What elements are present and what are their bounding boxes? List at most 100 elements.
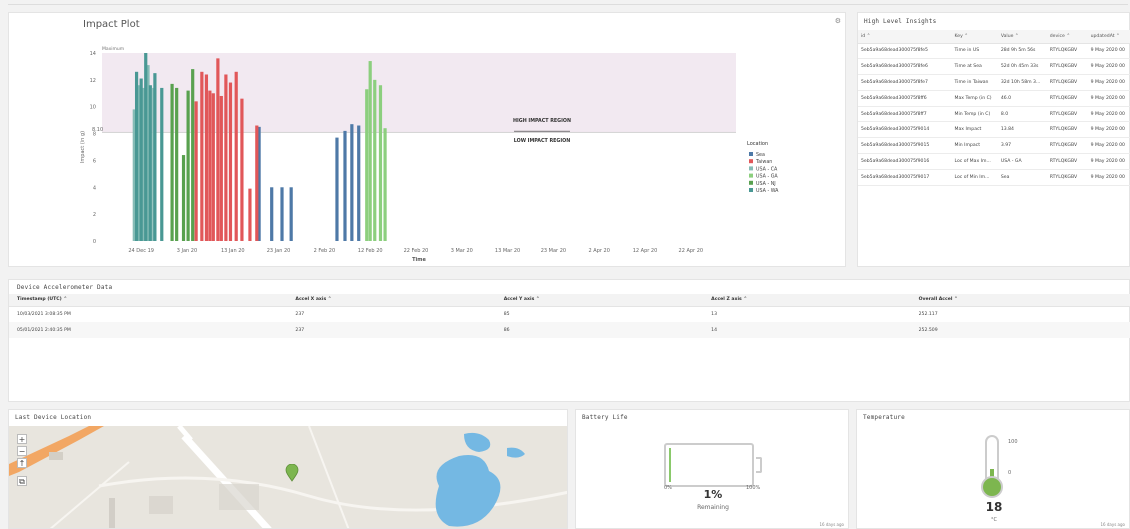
legend-swatch — [749, 188, 753, 192]
table-cell: 5eb5a9a68dead300075f8ff6 — [858, 90, 952, 107]
accelerometer-title: Device Accelerometer Data — [17, 284, 113, 291]
table-row[interactable]: 5eb5a9a68dead300075f8ff7 Min Temp (in C) 8… — [858, 106, 1130, 123]
x-tick-label: 3 Mar 20 — [451, 248, 473, 254]
maximum-label: Maximum — [102, 46, 124, 52]
table-cell: RTYLQKGBV — [1046, 169, 1088, 186]
table-cell: 5eb5a9a68dead300075f9014 — [858, 121, 952, 139]
layers-icon[interactable]: ⧉ — [17, 476, 27, 486]
accel-column-header[interactable]: Accel Y axis ⌃ — [495, 294, 704, 307]
table-cell: 9 May 2020 00 — [1087, 106, 1130, 123]
accel-column-header[interactable]: Accel Z axis ⌃ — [703, 294, 911, 307]
table-cell: 05/01/2021 2:40:35 PM — [9, 322, 288, 338]
legend-label: Sea — [756, 152, 765, 158]
legend-label: USA - GA — [756, 174, 778, 180]
battery-gauge — [664, 443, 754, 487]
bar-taiwan — [204, 74, 209, 241]
accel-column-header[interactable]: Accel X axis ⌃ — [287, 294, 496, 307]
bar-usa-ga — [368, 61, 372, 241]
legend-swatch — [749, 159, 753, 164]
table-row[interactable]: 5eb5a9a68dead300075f8fe7 Time in Taiwan 32… — [858, 74, 1130, 91]
insights-column-header[interactable]: Value ⌃ — [997, 30, 1047, 44]
bar-usa-wa — [148, 85, 152, 241]
table-cell: RTYLQKGBV — [1046, 153, 1088, 170]
x-tick-label: 12 Feb 20 — [358, 248, 383, 254]
bar-sea — [289, 187, 293, 241]
bar-usa-nj — [191, 69, 195, 241]
table-cell: 5eb5a9a68dead300075f9016 — [858, 153, 952, 170]
insights-column-header[interactable]: updatedAt ⌃ — [1087, 30, 1130, 44]
map-canvas[interactable]: + − ↑ ⧉ — [9, 426, 567, 528]
table-cell: 8.0 — [997, 106, 1047, 123]
bar-sea — [343, 130, 347, 241]
bar-usa-wa — [153, 73, 157, 241]
bar-sea — [335, 137, 339, 241]
legend-label: USA - CA — [756, 166, 778, 172]
insights-column-header[interactable]: device ⌃ — [1046, 30, 1088, 44]
legend-swatch — [749, 166, 753, 171]
zoom-in-button[interactable]: + — [17, 434, 27, 444]
insights-column-header[interactable]: id ⌃ — [858, 30, 952, 44]
table-cell: 52d 0h 45m 33s — [997, 58, 1047, 76]
temp-max-label: 100 — [1008, 439, 1018, 445]
temperature-title: Temperature — [863, 414, 905, 421]
table-row[interactable]: 5eb5a9a68dead300075f9015 Min Impact 3.97 RT… — [858, 137, 1130, 155]
bar-usa-ga — [383, 128, 387, 241]
table-cell: 5eb5a9a68dead300075f8ff7 — [858, 106, 952, 123]
top-divider — [8, 4, 1128, 8]
table-cell: 9 May 2020 00 — [1087, 58, 1130, 76]
table-cell: RTYLQKGBV — [1046, 58, 1088, 76]
y-tick-label: 4 — [93, 185, 96, 191]
bar-taiwan — [240, 98, 244, 242]
device-location-panel: Last Device Location + − ↑ ⧉ — [8, 409, 568, 529]
table-cell: USA - GA — [997, 153, 1047, 170]
temp-zero-label: 0 — [1008, 470, 1012, 476]
bar-taiwan — [219, 95, 223, 241]
location-pin-icon[interactable] — [285, 464, 299, 482]
thermometer-bulb — [981, 476, 1003, 498]
table-row[interactable]: 5eb5a9a68dead300075f9014 Max Impact 13.84 R… — [858, 121, 1130, 139]
bar-usa-nj — [186, 90, 190, 241]
table-row[interactable]: 5eb5a9a68dead300075f9016 Loc of Max Im...… — [858, 153, 1130, 170]
table-cell: 5eb5a9a68dead300075f9017 — [858, 169, 952, 186]
x-tick-label: 23 Mar 20 — [541, 248, 566, 254]
temperature-unit: °C — [991, 517, 997, 523]
x-tick-label: 2 Apr 20 — [589, 248, 610, 254]
table-row[interactable]: 5eb5a9a68dead300075f8fe6 Time at Sea 52d 0… — [858, 58, 1130, 76]
zoom-out-button[interactable]: − — [17, 446, 27, 456]
bar-sea — [280, 187, 284, 241]
bar-usa-ga — [378, 85, 383, 241]
insights-column-header[interactable]: Key ⌃ — [951, 30, 998, 44]
bar-usa-ga — [373, 79, 377, 241]
table-row[interactable]: 5eb5a9a68dead300075f8ff6 Max Temp (in C) 4… — [858, 90, 1130, 107]
map-title: Last Device Location — [15, 414, 92, 421]
y-tick-label: 2 — [93, 212, 96, 218]
y-tick-label: 10 — [90, 105, 96, 111]
table-cell: RTYLQKGBV — [1046, 43, 1088, 60]
table-row[interactable]: 05/01/2021 2:40:35 PM 237 86 14 252.509 — [9, 322, 1130, 338]
accel-column-header[interactable]: Timestamp (UTC) ⌃ — [9, 294, 288, 307]
table-row[interactable]: 5eb5a9a68dead300075f9017 Loc of Min Im...… — [858, 169, 1130, 186]
table-cell: 9 May 2020 00 — [1087, 90, 1130, 107]
legend-swatch — [749, 180, 753, 185]
battery-value: 1% — [703, 488, 723, 501]
accel-column-header[interactable]: Overall Accel ⌃ — [910, 294, 1130, 307]
y-axis-label: Impact (in g) — [80, 131, 86, 163]
table-row[interactable]: 5eb5a9a68dead300075f8fe5 Time in US 28d 9h… — [858, 43, 1130, 60]
bar-usa-wa — [160, 87, 164, 242]
legend-label: USA - NJ — [756, 181, 776, 187]
table-cell: RTYLQKGBV — [1046, 137, 1088, 155]
legend-swatch — [749, 173, 753, 178]
table-cell: Max Temp (in C) — [951, 90, 998, 107]
table-cell: 28d 9h 5m 56s — [997, 43, 1047, 60]
threshold-label: 8.10 — [92, 127, 103, 133]
table-cell: 9 May 2020 00 — [1087, 153, 1130, 170]
battery-updated-ago: 16 days ago — [819, 522, 844, 527]
impact-plot-panel: Impact Plot ⚙ 0 2 4 6 8 10 12 14 8.10 Maximum Impa… — [8, 12, 846, 267]
compass-icon[interactable]: ↑ — [17, 458, 27, 468]
legend-label: USA - WA — [756, 188, 779, 194]
insights-table: id ⌃ Key ⌃ Value ⌃ device ⌃ updatedAt ⌃ 5eb5… — [858, 30, 1130, 186]
table-cell: 9 May 2020 00 — [1087, 169, 1130, 186]
table-row[interactable]: 10/03/2021 3:08:35 PM 237 85 13 252.117 — [9, 306, 1130, 322]
bar-sea — [357, 125, 361, 241]
temperature-updated-ago: 16 days ago — [1100, 522, 1125, 527]
